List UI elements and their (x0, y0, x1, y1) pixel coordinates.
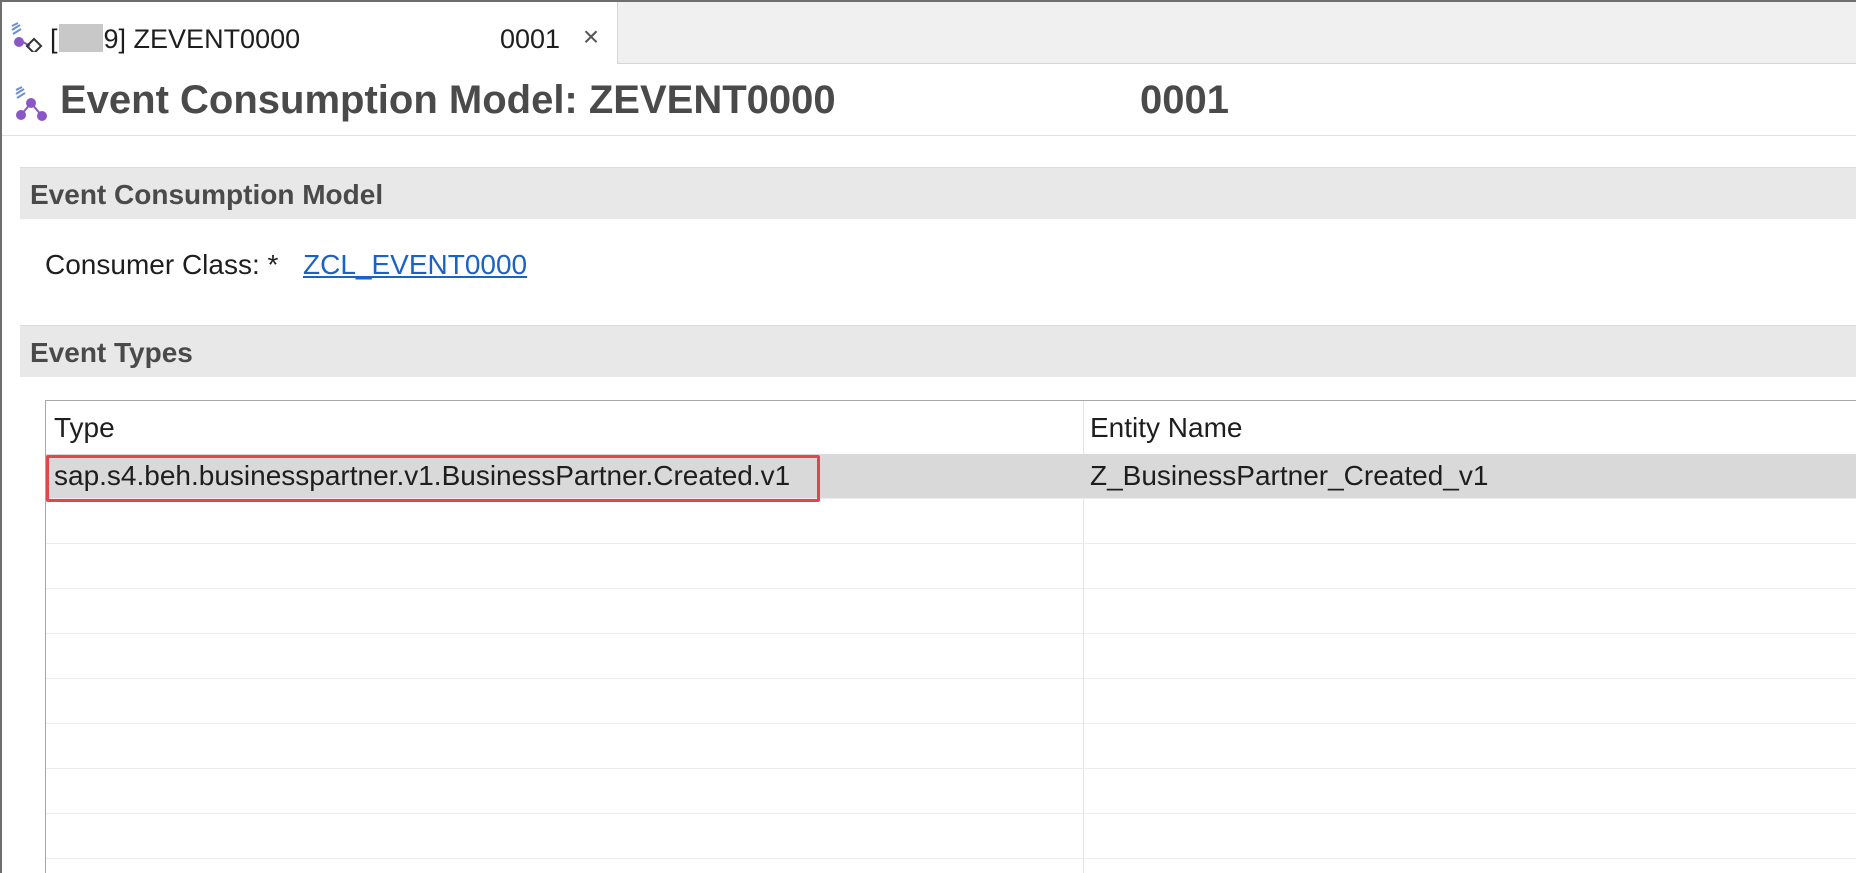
empty-table-row (46, 814, 1856, 859)
tab-bracket-open: [ (50, 24, 58, 54)
consumer-class-label: Consumer Class: * (45, 249, 279, 280)
event-model-icon (11, 22, 43, 52)
page-title-suffix: 0001 (1140, 78, 1229, 122)
table-row[interactable]: sap.s4.beh.businesspartner.v1.BusinessPa… (46, 454, 1856, 502)
column-header-entity-name[interactable]: Entity Name (1090, 411, 1243, 445)
entity-name-cell: Z_BusinessPartner_Created_v1 (1090, 460, 1489, 491)
event-model-icon (15, 86, 47, 121)
empty-table-row (46, 589, 1856, 634)
tab-bracket-close: 9] (103, 24, 134, 54)
empty-table-row (46, 499, 1856, 544)
empty-table-row (46, 634, 1856, 679)
empty-table-row (46, 724, 1856, 769)
section-header-event-types[interactable]: Event Types (20, 325, 1856, 377)
editor-tab-strip: [9] ZEVENT0000 0001 × (2, 2, 1856, 64)
page-title: Event Consumption Model: ZEVENT0000 (60, 78, 836, 122)
event-types-table: Type Entity Name sap.s4.beh.businesspart… (45, 400, 1856, 873)
section-title: Event Consumption Model (30, 179, 384, 210)
empty-table-row (46, 769, 1856, 814)
empty-table-row (46, 544, 1856, 589)
column-header-type[interactable]: Type (54, 411, 115, 445)
redacted-system-id (58, 24, 103, 52)
tab-object-name: ZEVENT0000 (133, 24, 301, 54)
highlight-annotation (46, 455, 820, 502)
tab-title: [9] ZEVENT0000 (50, 22, 300, 56)
section-header-event-consumption-model[interactable]: Event Consumption Model (20, 167, 1856, 219)
editor-window: [9] ZEVENT0000 0001 × Event Consumption … (0, 0, 1856, 873)
tab-suffix: 0001 (500, 24, 561, 54)
close-icon[interactable]: × (578, 23, 604, 51)
editor-tab[interactable]: [9] ZEVENT0000 0001 × (2, 2, 618, 64)
consumer-class-link[interactable]: ZCL_EVENT0000 (303, 248, 527, 282)
empty-table-row (46, 679, 1856, 724)
section-title: Event Types (30, 337, 193, 368)
